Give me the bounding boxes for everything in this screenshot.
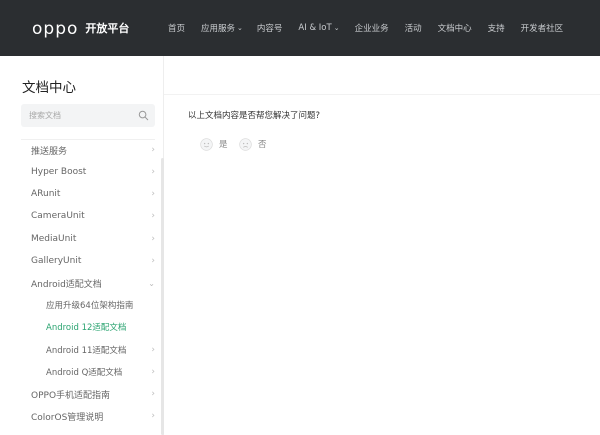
sidebar-item-coloros-management[interactable]: ColorOS管理说明 ›: [31, 408, 155, 424]
nav-docs-label: 文档中心: [437, 24, 472, 34]
chevron-right-icon: ›: [151, 189, 155, 199]
search-icon[interactable]: [138, 110, 149, 121]
feedback-question: 以上文档内容是否帮您解决了问题?: [188, 111, 321, 121]
sidebar-item-label: Hyper Boost: [31, 167, 87, 177]
nav-home[interactable]: 首页: [168, 22, 185, 34]
sidebar-item-label: Android适配文档: [31, 279, 102, 290]
chevron-right-icon: ›: [151, 256, 155, 266]
nav-community-label: 开发者社区: [520, 24, 564, 34]
chevron-right-icon: ›: [151, 167, 155, 177]
nav-support-label: 支持: [487, 24, 505, 34]
chevron-right-icon: ›: [151, 211, 155, 221]
sidebar-item-android-12[interactable]: Android 12适配文档: [46, 319, 155, 335]
chevron-down-icon: ⌄: [148, 278, 155, 288]
logo-wordmark: oppo: [32, 19, 79, 39]
sidebar-item-64bit-guide[interactable]: 应用升级64位架构指南: [46, 297, 155, 313]
main-content: 以上文档内容是否帮您解决了问题? 是 否: [164, 56, 600, 435]
main-nav: 首页 应用服务 ⌄ 内容号 AI & IoT ⌄ 企业业务 活动 文档中心 支持…: [168, 0, 563, 56]
doc-sidebar: 文档中心 推送服务 › Hyper Boost › ARunit › Camer…: [0, 56, 164, 435]
sidebar-item-label: 推送服务: [31, 146, 68, 157]
chevron-right-icon: ›: [151, 411, 155, 421]
nav-ai-iot-label: AI & IoT: [298, 23, 332, 33]
sidebar-item-android-q[interactable]: Android Q适配文档 ›: [46, 364, 155, 380]
feedback-yes-button[interactable]: 是: [200, 137, 228, 151]
nav-app-services[interactable]: 应用服务 ⌄: [201, 22, 243, 34]
chevron-down-icon: ⌄: [237, 24, 243, 32]
sidebar-title: 文档中心: [22, 80, 76, 96]
sidebar-item-label: ColorOS管理说明: [31, 412, 104, 423]
sidebar-item-android-adaptation[interactable]: Android适配文档 ⌄: [31, 275, 155, 291]
chevron-down-icon: ⌄: [333, 24, 340, 32]
chevron-right-icon: ›: [151, 367, 155, 377]
logo-subtitle: 开放平台: [85, 22, 130, 35]
sidebar-item-label: Android 11适配文档: [46, 346, 127, 356]
nav-docs[interactable]: 文档中心: [438, 22, 472, 34]
sidebar-item-arunit[interactable]: ARunit ›: [31, 186, 155, 202]
sidebar-item-cameraunit[interactable]: CameraUnit ›: [31, 208, 155, 224]
sidebar-item-push-service[interactable]: 推送服务 ›: [31, 142, 155, 158]
sidebar-item-label: Android 12适配文档: [46, 323, 127, 333]
nav-content-label: 内容号: [256, 24, 283, 34]
nav-home-label: 首页: [168, 24, 186, 34]
sidebar-item-label: Android Q适配文档: [46, 368, 123, 378]
chevron-right-icon: ›: [151, 389, 155, 399]
sidebar-item-mediaunit[interactable]: MediaUnit ›: [31, 231, 155, 247]
oppo-logo[interactable]: oppo 开放平台: [32, 19, 130, 39]
sad-face-icon: [239, 137, 252, 151]
smile-face-icon: [200, 137, 213, 151]
content-divider: [164, 94, 600, 95]
search-box: [21, 104, 155, 127]
nav-ai-iot[interactable]: AI & IoT ⌄: [298, 23, 339, 33]
feedback-no-label: 否: [258, 140, 267, 150]
sidebar-item-hyper-boost[interactable]: Hyper Boost ›: [31, 164, 155, 180]
nav-enterprise[interactable]: 企业业务: [355, 22, 389, 34]
nav-support[interactable]: 支持: [488, 22, 505, 34]
feedback-no-button[interactable]: 否: [239, 137, 267, 151]
sidebar-item-label: CameraUnit: [31, 211, 85, 221]
sidebar-item-oppo-phone-guide[interactable]: OPPO手机适配指南 ›: [31, 386, 155, 402]
nav-content[interactable]: 内容号: [257, 22, 283, 34]
sidebar-divider: [21, 139, 155, 140]
sidebar-item-galleryunit[interactable]: GalleryUnit ›: [31, 253, 155, 269]
chevron-right-icon: ›: [151, 145, 155, 155]
sidebar-item-label: OPPO手机适配指南: [31, 390, 111, 401]
sidebar-item-label: MediaUnit: [31, 234, 77, 244]
feedback-yes-label: 是: [219, 140, 228, 150]
nav-app-services-label: 应用服务: [201, 24, 236, 34]
chevron-right-icon: ›: [151, 345, 155, 355]
sidebar-item-label: GalleryUnit: [31, 256, 82, 266]
sidebar-item-label: ARunit: [31, 189, 61, 199]
search-input[interactable]: [29, 104, 139, 127]
top-navigation-bar: oppo 开放平台 首页 应用服务 ⌄ 内容号 AI & IoT ⌄ 企业业务 …: [0, 0, 600, 56]
nav-community[interactable]: 开发者社区: [521, 22, 564, 34]
nav-enterprise-label: 企业业务: [354, 24, 389, 34]
sidebar-item-android-11[interactable]: Android 11适配文档 ›: [46, 342, 155, 358]
sidebar-item-label: 应用升级64位架构指南: [46, 301, 134, 311]
chevron-right-icon: ›: [151, 234, 155, 244]
nav-events[interactable]: 活动: [405, 22, 422, 34]
nav-events-label: 活动: [404, 24, 422, 34]
